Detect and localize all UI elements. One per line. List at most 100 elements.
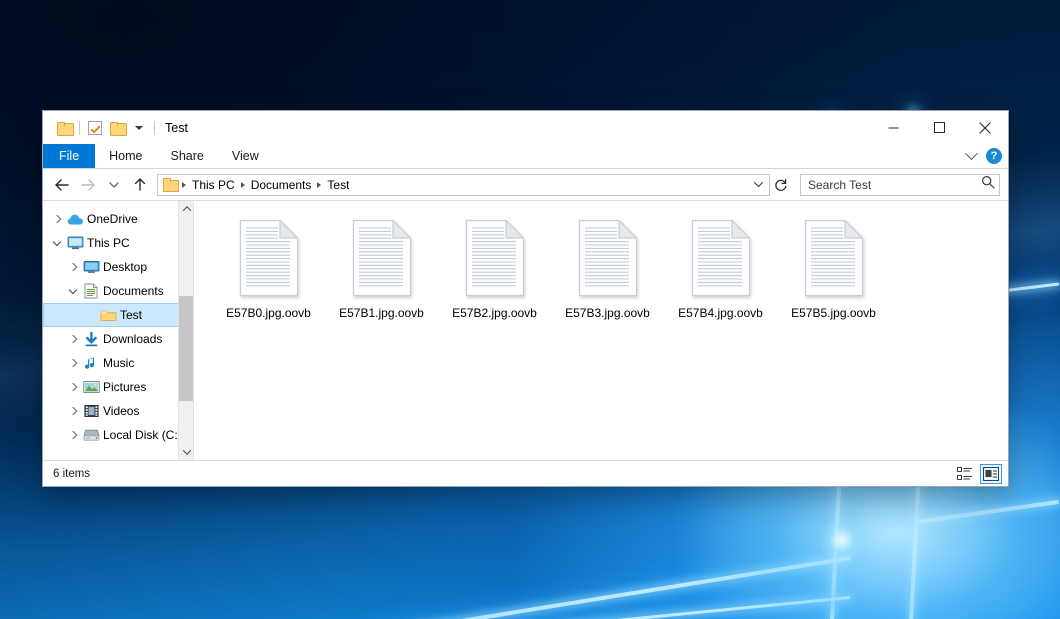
breadcrumb-separator-1: [241, 182, 245, 188]
generic-document-icon: [690, 219, 752, 297]
title-bar: Test: [43, 111, 1008, 144]
wallpaper-convergence-point: [819, 517, 865, 563]
folder-icon[interactable]: [53, 117, 75, 139]
address-bar[interactable]: This PC Documents Test: [157, 174, 770, 196]
search-box[interactable]: Search Test: [800, 174, 1000, 196]
close-button[interactable]: [962, 111, 1008, 144]
large-icons-view-button[interactable]: [980, 464, 1002, 484]
chevron-right-icon[interactable]: [65, 336, 81, 342]
cloud-icon: [65, 213, 85, 226]
breadcrumb-this-pc[interactable]: This PC: [189, 178, 238, 192]
file-name-label: E57B2.jpg.oovb: [452, 306, 537, 320]
forward-button[interactable]: [75, 172, 101, 198]
generic-document-icon: [238, 219, 300, 297]
scrollbar-thumb[interactable]: [179, 296, 193, 401]
explorer-body: OneDrive This PC Desktop Documents TestDownl…: [43, 200, 1008, 460]
folder-icon: [98, 308, 118, 322]
chevron-right-icon[interactable]: [49, 216, 65, 222]
item-count-label: 6 items: [53, 468, 90, 480]
generic-document-icon: [577, 219, 639, 297]
refresh-button[interactable]: [770, 174, 792, 196]
sidebar-item-music[interactable]: Music: [43, 351, 193, 375]
details-view-button[interactable]: [954, 464, 976, 484]
file-item[interactable]: E57B1.jpg.oovb: [325, 215, 438, 320]
videos-icon: [81, 404, 101, 418]
tab-home[interactable]: Home: [95, 144, 156, 168]
generic-document-icon: [351, 219, 413, 297]
music-icon: [81, 356, 101, 371]
navigation-scrollbar[interactable]: [178, 201, 193, 460]
download-icon: [81, 332, 101, 347]
file-item[interactable]: E57B4.jpg.oovb: [664, 215, 777, 320]
pictures-icon: [81, 380, 101, 394]
view-mode-buttons: [954, 464, 1002, 484]
window-title: Test: [165, 121, 188, 135]
document-icon: [81, 283, 101, 299]
chevron-right-icon[interactable]: [65, 432, 81, 438]
tab-view[interactable]: View: [218, 144, 273, 168]
properties-icon[interactable]: [84, 117, 106, 139]
monitor-icon: [65, 236, 85, 250]
back-button[interactable]: [49, 172, 75, 198]
sidebar-item-documents[interactable]: Documents: [43, 279, 193, 303]
desktop-wallpaper: Test File Home Share View ?: [0, 0, 1060, 619]
ribbon-right-controls: ?: [967, 144, 1002, 168]
new-folder-icon[interactable]: [106, 117, 128, 139]
navigation-pane: OneDrive This PC Desktop Documents TestDownl…: [43, 201, 193, 460]
address-bar-row: This PC Documents Test Search Test: [43, 169, 1008, 200]
window-controls: [870, 111, 1008, 144]
breadcrumb-documents[interactable]: Documents: [248, 178, 315, 192]
chevron-right-icon[interactable]: [65, 408, 81, 414]
navigation-tree: OneDrive This PC Desktop Documents TestDownl…: [43, 207, 193, 447]
file-name-label: E57B5.jpg.oovb: [791, 306, 876, 320]
sidebar-item-label: Music: [103, 356, 134, 370]
minimize-button[interactable]: [870, 111, 916, 144]
chevron-right-icon[interactable]: [65, 264, 81, 270]
tab-share[interactable]: Share: [157, 144, 218, 168]
file-grid: E57B0.jpg.oovb E57B1.jpg.oovb E57B2.jpg.oo…: [212, 215, 1008, 320]
breadcrumb-separator-2: [317, 182, 321, 188]
ribbon-tab-strip: File Home Share View ?: [43, 144, 1008, 168]
search-input[interactable]: Search Test: [808, 178, 981, 192]
chevron-down-icon[interactable]: [965, 147, 978, 160]
chevron-right-icon[interactable]: [65, 360, 81, 366]
generic-document-icon: [803, 219, 865, 297]
search-icon[interactable]: [981, 175, 995, 194]
sidebar-item-label: Videos: [103, 404, 139, 418]
sidebar-item-this-pc[interactable]: This PC: [43, 231, 193, 255]
up-button[interactable]: [127, 172, 153, 198]
sidebar-item-pictures[interactable]: Pictures: [43, 375, 193, 399]
file-list-view[interactable]: E57B0.jpg.oovb E57B1.jpg.oovb E57B2.jpg.oo…: [193, 201, 1008, 460]
file-item[interactable]: E57B5.jpg.oovb: [777, 215, 890, 320]
chevron-down-icon[interactable]: [65, 290, 81, 293]
customize-caret-icon[interactable]: [128, 117, 150, 139]
sidebar-item-videos[interactable]: Videos: [43, 399, 193, 423]
file-item[interactable]: E57B3.jpg.oovb: [551, 215, 664, 320]
breadcrumb-separator-0: [182, 182, 186, 188]
chevron-right-icon[interactable]: [65, 384, 81, 390]
quick-access-toolbar: [43, 117, 159, 139]
scroll-up-arrow-icon[interactable]: [179, 201, 193, 217]
sidebar-item-downloads[interactable]: Downloads: [43, 327, 193, 351]
scroll-down-arrow-icon[interactable]: [179, 444, 193, 460]
sidebar-item-local-disk-c[interactable]: Local Disk (C:): [43, 423, 193, 447]
sidebar-item-label: OneDrive: [87, 212, 138, 226]
recent-locations-button[interactable]: [101, 172, 127, 198]
breadcrumb-test[interactable]: Test: [324, 178, 352, 192]
sidebar-item-label: Desktop: [103, 260, 147, 274]
sidebar-item-label: Documents: [103, 284, 164, 298]
address-dropdown-icon[interactable]: [749, 175, 767, 195]
chevron-down-icon[interactable]: [49, 242, 65, 245]
tab-file[interactable]: File: [43, 144, 95, 168]
sidebar-item-test[interactable]: Test: [43, 303, 193, 327]
drive-icon: [81, 428, 101, 442]
maximize-button[interactable]: [916, 111, 962, 144]
file-item[interactable]: E57B0.jpg.oovb: [212, 215, 325, 320]
file-name-label: E57B1.jpg.oovb: [339, 306, 424, 320]
sidebar-item-label: Local Disk (C:): [103, 428, 182, 442]
help-icon[interactable]: ?: [986, 148, 1002, 164]
sidebar-item-onedrive[interactable]: OneDrive: [43, 207, 193, 231]
file-item[interactable]: E57B2.jpg.oovb: [438, 215, 551, 320]
sidebar-item-desktop[interactable]: Desktop: [43, 255, 193, 279]
generic-document-icon: [464, 219, 526, 297]
